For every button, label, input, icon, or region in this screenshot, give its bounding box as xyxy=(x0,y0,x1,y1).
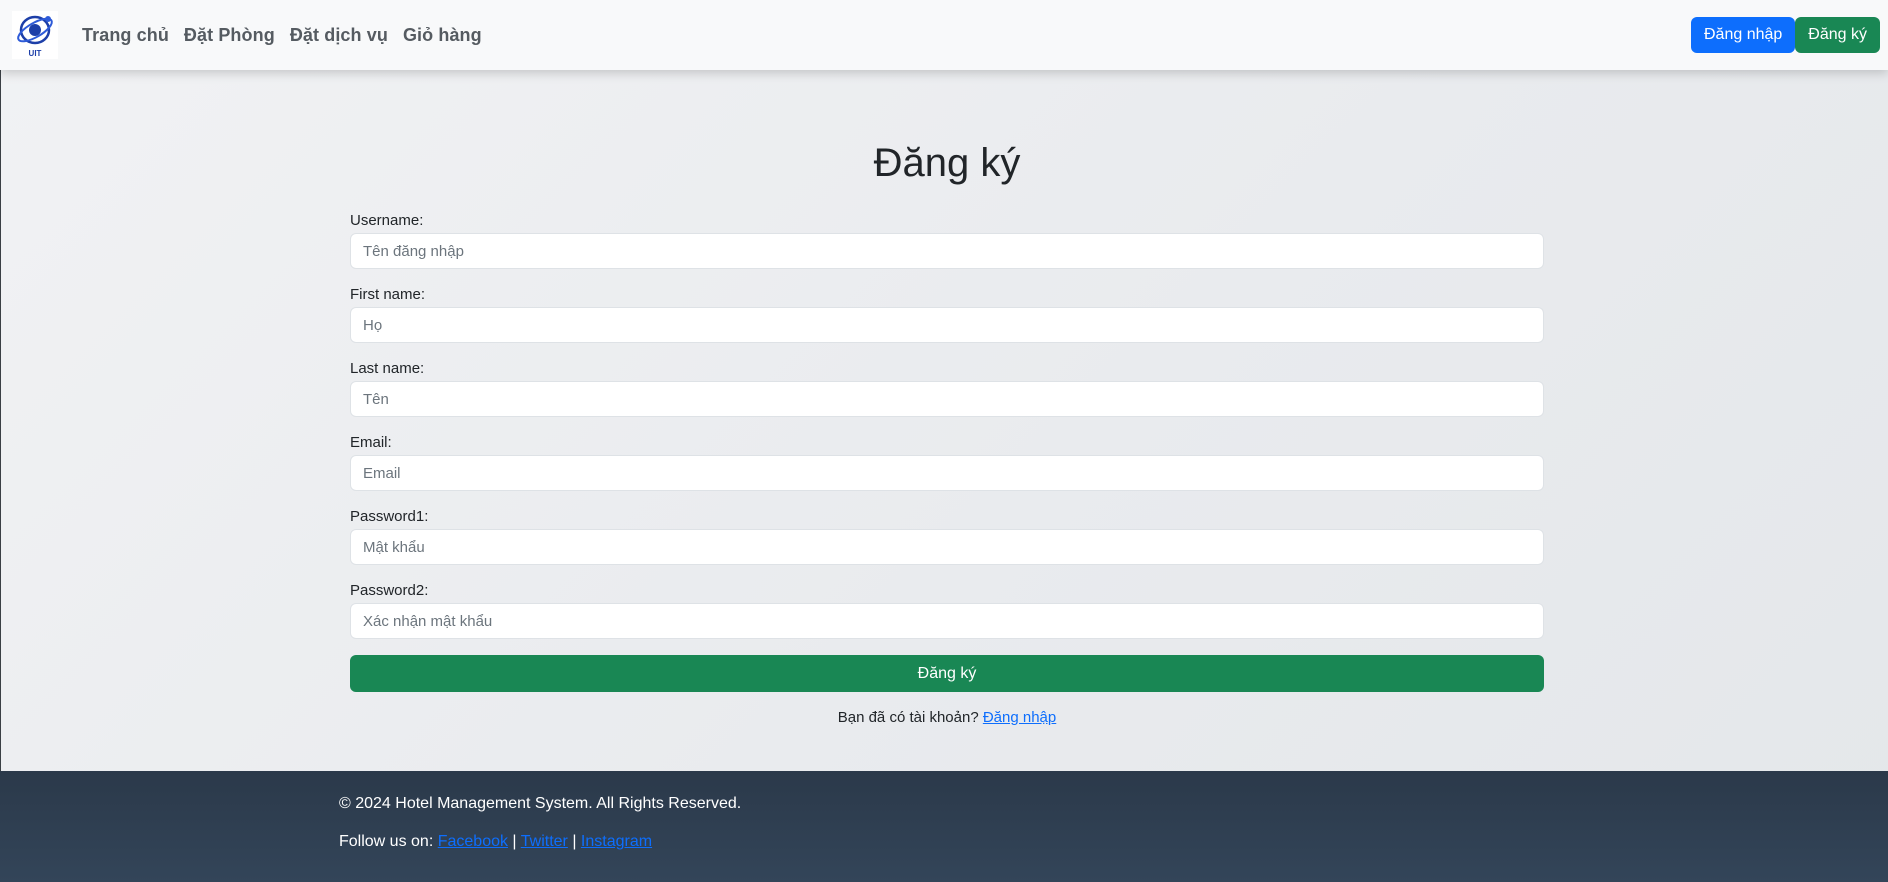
social-links: Follow us on: Facebook | Twitter | Insta… xyxy=(339,833,652,851)
nav-link-book-room[interactable]: Đặt Phòng xyxy=(184,25,275,46)
copyright-text: © 2024 Hotel Management System. All Righ… xyxy=(339,795,742,812)
facebook-link[interactable]: Facebook xyxy=(438,833,508,850)
submit-register-button[interactable]: Đăng ký xyxy=(350,655,1544,692)
first-name-label: First name: xyxy=(350,286,426,303)
footer: © 2024 Hotel Management System. All Righ… xyxy=(0,771,1888,882)
last-name-input[interactable] xyxy=(350,381,1544,417)
last-name-label: Last name: xyxy=(350,360,425,377)
email-label: Email: xyxy=(350,434,392,451)
separator: | xyxy=(567,833,581,850)
nav-link-home[interactable]: Trang chủ xyxy=(82,25,169,46)
username-label: Username: xyxy=(350,212,424,229)
password1-input[interactable] xyxy=(350,529,1544,565)
twitter-link[interactable]: Twitter xyxy=(521,833,568,850)
auth-buttons: Đăng nhập Đăng ký xyxy=(1691,17,1880,53)
follow-text: Follow us on: xyxy=(339,833,438,850)
nav-links: Trang chủ Đặt Phòng Đặt dịch vụ Giỏ hàng xyxy=(82,25,482,46)
nav-link-book-service[interactable]: Đặt dịch vụ xyxy=(290,25,388,46)
login-prompt-text: Bạn đã có tài khoản? xyxy=(837,709,983,726)
password2-label: Password2: xyxy=(350,582,429,599)
svg-text:UIT: UIT xyxy=(29,49,42,58)
window-edge xyxy=(0,70,1,771)
username-input[interactable] xyxy=(350,233,1544,269)
navbar: UIT Trang chủ Đặt Phòng Đặt dịch vụ Giỏ … xyxy=(0,0,1888,70)
login-link[interactable]: Đăng nhập xyxy=(983,709,1056,726)
login-prompt: Bạn đã có tài khoản? Đăng nhập xyxy=(350,709,1544,726)
email-group: Email: xyxy=(350,434,1544,491)
separator: | xyxy=(507,833,521,850)
register-button[interactable]: Đăng ký xyxy=(1795,17,1880,53)
username-group: Username: xyxy=(350,212,1544,269)
email-input[interactable] xyxy=(350,455,1544,491)
first-name-input[interactable] xyxy=(350,307,1544,343)
login-button[interactable]: Đăng nhập xyxy=(1691,17,1796,53)
uit-logo[interactable]: UIT xyxy=(12,11,58,59)
nav-link-cart[interactable]: Giỏ hàng xyxy=(403,25,482,46)
last-name-group: Last name: xyxy=(350,360,1544,417)
page-title: Đăng ký xyxy=(873,141,1021,185)
instagram-link[interactable]: Instagram xyxy=(581,833,652,850)
password2-input[interactable] xyxy=(350,603,1544,639)
first-name-group: First name: xyxy=(350,286,1544,343)
register-form: Đăng ký Username: First name: Last name:… xyxy=(350,140,1544,726)
password1-label: Password1: xyxy=(350,508,429,525)
password1-group: Password1: xyxy=(350,508,1544,565)
password2-group: Password2: xyxy=(350,582,1544,639)
